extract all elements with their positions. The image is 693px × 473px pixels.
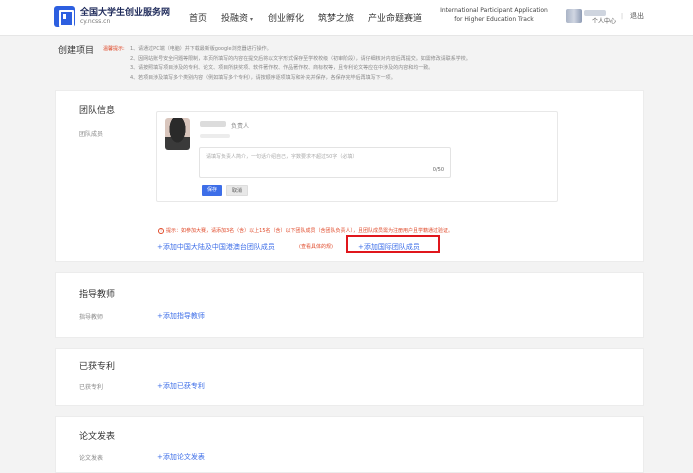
patent-card: 已获专利 已获专利 +添加已获专利: [55, 348, 644, 406]
intl-line-1: International Participant Application: [440, 7, 548, 14]
notice-list: 1、请通过PC端（电脑）并下载最新版google浏览器进行操作。 2、因网站账号…: [130, 45, 690, 83]
nav-home[interactable]: 首页: [189, 11, 207, 24]
site-domain: cy.ncss.cn: [80, 18, 111, 25]
patent-title: 已获专利: [79, 362, 116, 372]
highlight-box: [346, 235, 440, 253]
add-paper-link[interactable]: +添加论文发表: [157, 452, 205, 462]
notice-line: 2、因网站账号安全问题等限制，本页所填写的内容在提交后将以文字形式保存至学校校级…: [130, 55, 471, 62]
team-members-label: 团队成员: [79, 131, 104, 138]
team-info-card: 团队信息 团队成员 负责人 请填写负责人简介，一句话介绍自己，字数要求不超过50…: [55, 90, 644, 262]
char-counter: 0/50: [432, 167, 444, 173]
paper-card: 论文发表 论文发表 +添加论文发表: [55, 416, 644, 473]
paper-title: 论文发表: [79, 432, 116, 442]
patent-label: 已获专利: [79, 384, 104, 391]
chevron-down-icon: ▾: [250, 16, 254, 23]
header-separator: |: [621, 13, 624, 20]
member-photo: [165, 118, 190, 150]
advisor-label: 指导教师: [79, 314, 104, 321]
warning-icon: !: [158, 227, 164, 234]
notice-label: 温馨提示:: [103, 46, 125, 52]
avatar[interactable]: [566, 9, 582, 23]
member-intro-textarea[interactable]: 请填写负责人简介，一句话介绍自己，字数要求不超过50字（必填） 0/50: [199, 147, 451, 178]
notice-line: 4、若项目涉及填写多个类别内容（例如填写多个专利），请按顺序逐项填写和补充并保存…: [130, 74, 396, 81]
add-patent-link[interactable]: +添加已获专利: [157, 381, 205, 391]
paper-label: 论文发表: [79, 455, 104, 462]
nav-dream-journey[interactable]: 筑梦之旅: [318, 11, 354, 24]
team-info-title: 团队信息: [79, 106, 116, 116]
team-warning-text: 提示：如参加大赛，请添加3名（含）以上15名（含）以下团队成员（含团队负责人），…: [166, 228, 454, 234]
logout-link[interactable]: 退出: [630, 11, 644, 21]
international-application-link[interactable]: International Participant Application fo…: [436, 6, 552, 24]
nav-investment-label: 投融资: [221, 14, 249, 24]
cancel-button[interactable]: 取消: [226, 185, 248, 196]
add-advisor-link[interactable]: +添加指导教师: [157, 311, 205, 321]
nav-investment[interactable]: 投融资 ▾: [221, 11, 253, 24]
member-info-blurred: [200, 134, 230, 138]
team-warning: ! 提示：如参加大赛，请添加3名（含）以上15名（含）以下团队成员（含团队负责人）…: [158, 227, 453, 234]
site-logo-icon[interactable]: [54, 6, 75, 27]
save-button[interactable]: 保存: [202, 185, 222, 196]
nav-incubation[interactable]: 创业孵化: [268, 11, 304, 24]
member-card: 负责人 请填写负责人简介，一句话介绍自己，字数要求不超过50字（必填） 0/50…: [156, 111, 558, 202]
nav-industry-track[interactable]: 产业命题赛道: [368, 11, 422, 24]
add-domestic-member-link[interactable]: +添加中国大陆及中国港澳台团队成员: [157, 242, 275, 252]
domestic-rule-note[interactable]: (查看具体的规): [299, 243, 333, 250]
member-role: 负责人: [231, 123, 250, 130]
advisor-title: 指导教师: [79, 290, 116, 300]
intl-line-2: for Higher Education Track: [454, 16, 534, 23]
textarea-placeholder: 请填写负责人简介，一句话介绍自己，字数要求不超过50字（必填）: [206, 154, 358, 160]
notice-line: 1、请通过PC端（电脑）并下载最新版google浏览器进行操作。: [130, 46, 272, 52]
page-title: 创建项目: [58, 46, 95, 56]
advisor-card: 指导教师 指导教师 +添加指导教师: [55, 272, 644, 338]
member-name-blurred: [200, 121, 226, 127]
notice-line: 3、请按照填写项目涉及的专利、论文、项目所获奖项、软件著作权、作品著作权、商标权…: [130, 65, 434, 71]
top-header: 全国大学生创业服务网 cy.ncss.cn 首页 投融资 ▾ 创业孵化 筑梦之旅 …: [0, 0, 693, 36]
user-center-link[interactable]: 个人中心: [592, 16, 616, 25]
site-title[interactable]: 全国大学生创业服务网: [80, 5, 170, 18]
